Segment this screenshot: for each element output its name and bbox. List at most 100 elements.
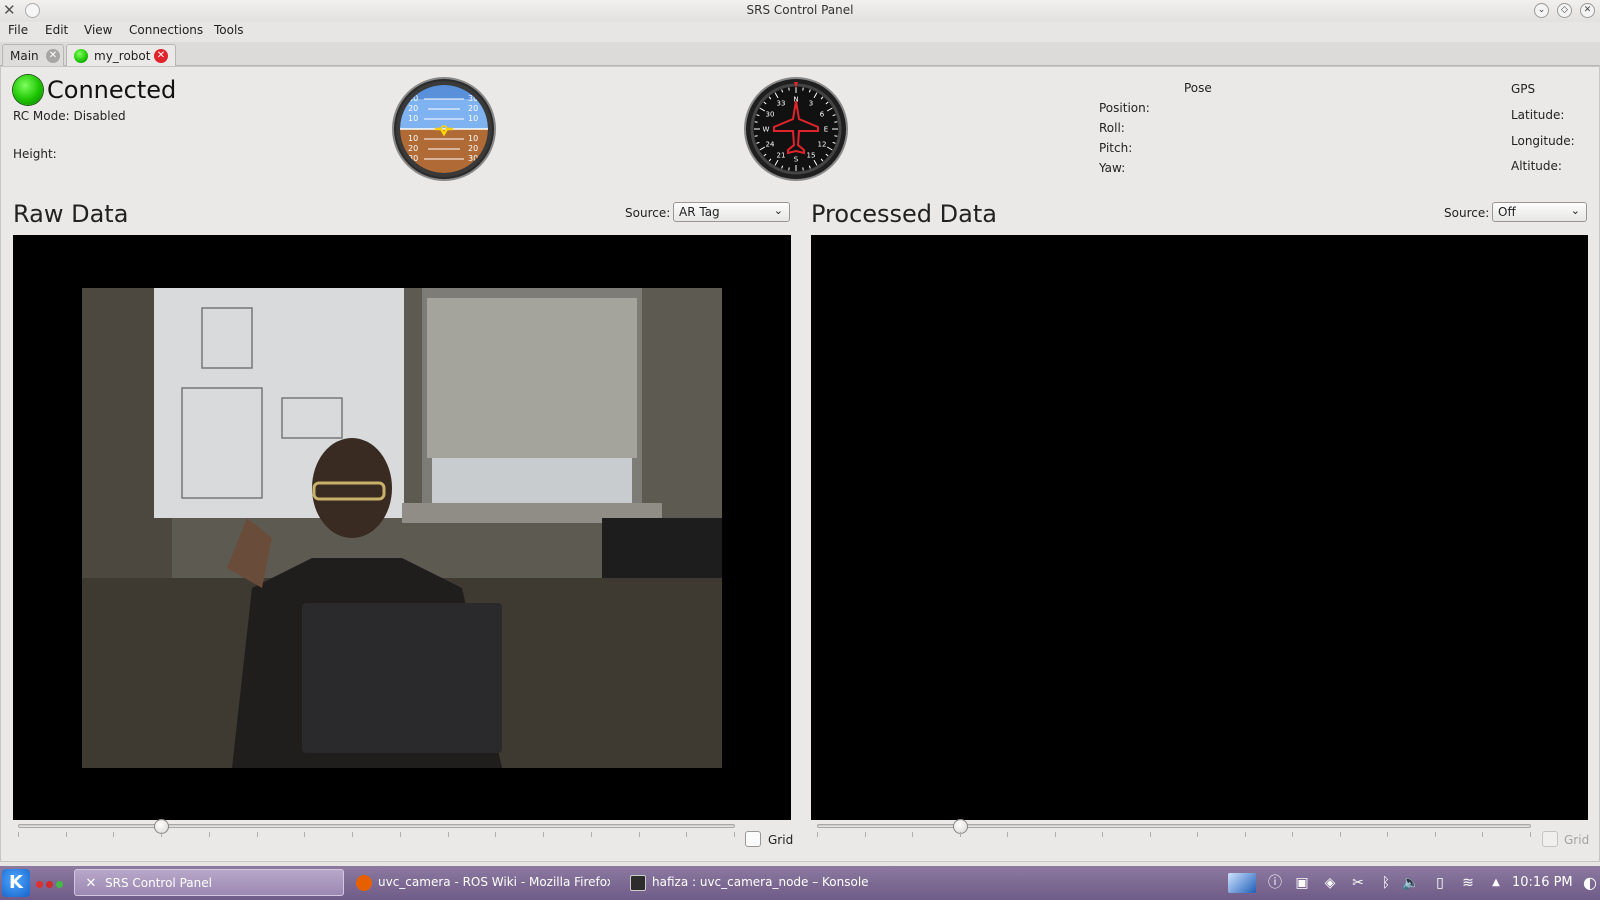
slider-tick xyxy=(448,832,449,837)
slider-tick xyxy=(912,832,913,837)
tab-main-close-icon[interactable]: ✕ xyxy=(46,49,60,63)
processed-slider-track[interactable] xyxy=(817,824,1531,828)
menu-tools[interactable]: Tools xyxy=(214,23,244,37)
heading-indicator: N 3 6 E 12 15 S 21 24 W 30 33 xyxy=(746,79,846,179)
klipper-scissors-icon[interactable]: ✂ xyxy=(1348,873,1368,893)
task-konsole[interactable]: hafiza : uvc_camera_node – Konsole xyxy=(622,869,922,896)
slider-tick xyxy=(543,832,544,837)
attitude-indicator: 30 30 20 20 10 10 10 10 20 20 30 30 xyxy=(394,79,494,179)
menu-bar: File Edit View Connections Tools xyxy=(0,22,1600,42)
heading-mark-text: 6 xyxy=(820,111,825,119)
slider-tick xyxy=(495,832,496,837)
slider-tick xyxy=(817,832,818,837)
slider-tick xyxy=(1245,832,1246,837)
clock[interactable]: 10:16 PM xyxy=(1512,875,1573,890)
konsole-icon xyxy=(630,875,646,891)
slider-tick xyxy=(1340,832,1341,837)
raw-grid-checkbox[interactable] xyxy=(745,831,761,847)
kde-launcher-icon[interactable]: K xyxy=(2,869,30,897)
slider-tick xyxy=(1435,832,1436,837)
raw-slider-track[interactable] xyxy=(18,824,735,828)
tab-main-label: Main xyxy=(10,49,39,63)
network-manager-icon[interactable]: ▣ xyxy=(1292,873,1312,893)
minimize-button[interactable]: ⌄ xyxy=(1534,3,1549,18)
task-label: uvc_camera - ROS Wiki - Mozilla Firefox xyxy=(378,875,610,889)
pitch-mark-text: 20 xyxy=(468,104,478,113)
chevron-down-icon: ⌄ xyxy=(773,204,783,217)
workspace-pager-icon[interactable] xyxy=(1228,873,1256,893)
tab-bar: Main ✕ my_robot ✕ xyxy=(0,42,1600,66)
slider-tick xyxy=(1007,832,1008,837)
raw-source-select[interactable]: AR Tag ⌄ xyxy=(673,202,790,222)
slider-tick xyxy=(400,832,401,837)
robot-status-led-icon xyxy=(74,49,88,63)
tray-expand-icon[interactable]: ▲ xyxy=(1486,873,1506,893)
slider-tick xyxy=(1530,832,1531,837)
pose-pitch-label: Pitch: xyxy=(1099,141,1133,155)
pose-roll-label: Roll: xyxy=(1099,121,1125,135)
activity-green-dot-icon xyxy=(56,881,63,888)
chevron-down-icon: ⌄ xyxy=(1570,204,1580,217)
raw-source-value: AR Tag xyxy=(679,205,720,219)
height-label: Height: xyxy=(13,147,57,161)
heading-mark-text: 30 xyxy=(766,111,775,119)
menu-edit[interactable]: Edit xyxy=(45,23,68,37)
updates-icon[interactable]: ◈ xyxy=(1320,873,1340,893)
slider-tick xyxy=(1292,832,1293,837)
tab-my-robot[interactable]: my_robot ✕ xyxy=(66,44,176,66)
tab-main[interactable]: Main ✕ xyxy=(2,44,64,66)
slider-tick xyxy=(734,832,735,837)
bluetooth-icon[interactable]: ᛒ xyxy=(1376,873,1396,893)
tab-my-robot-label: my_robot xyxy=(94,49,151,63)
slider-tick xyxy=(1150,832,1151,837)
slider-tick xyxy=(1197,832,1198,837)
processed-source-select[interactable]: Off ⌄ xyxy=(1492,202,1587,222)
heading-compass-icon: N36E1215S2124W3033 xyxy=(750,82,842,175)
slider-tick xyxy=(257,832,258,837)
maximize-button[interactable]: ◇ xyxy=(1557,3,1572,18)
tab-my-robot-close-icon[interactable]: ✕ xyxy=(154,49,168,63)
slider-tick xyxy=(1387,832,1388,837)
dashboard-toggle-icon[interactable]: ◐ xyxy=(1580,873,1600,893)
slider-tick xyxy=(209,832,210,837)
volume-icon[interactable]: 🔈 xyxy=(1401,873,1421,893)
processed-source-value: Off xyxy=(1498,205,1516,219)
slider-tick xyxy=(591,832,592,837)
close-window-button[interactable]: ✕ xyxy=(1580,3,1595,18)
pitch-mark-text: 10 xyxy=(468,114,478,123)
menu-connections[interactable]: Connections xyxy=(129,23,203,37)
slider-tick xyxy=(352,832,353,837)
slider-tick xyxy=(960,832,961,837)
task-firefox[interactable]: uvc_camera - ROS Wiki - Mozilla Firefox xyxy=(348,869,610,896)
pitch-mark-text: 10 xyxy=(468,134,478,143)
connection-status: Connected xyxy=(47,76,177,104)
window-title: SRS Control Panel xyxy=(746,3,854,17)
raw-data-slider[interactable] xyxy=(18,816,735,840)
activity-red-dot-icon xyxy=(46,881,53,888)
heading-mark-text: S xyxy=(794,156,799,164)
taskbar: K ✕ SRS Control Panel uvc_camera - ROS W… xyxy=(0,866,1600,900)
menu-file[interactable]: File xyxy=(8,23,28,37)
battery-icon[interactable]: ▯ xyxy=(1430,873,1450,893)
processed-source-label: Source: xyxy=(1444,206,1490,220)
slider-tick xyxy=(1102,832,1103,837)
raw-data-video xyxy=(13,235,791,820)
task-label: hafiza : uvc_camera_node – Konsole xyxy=(652,875,869,889)
processed-grid-label: Grid xyxy=(1564,833,1590,847)
heading-mark-text: 3 xyxy=(809,100,813,108)
info-icon[interactable]: ⓘ xyxy=(1265,873,1285,893)
slider-tick xyxy=(686,832,687,837)
processed-grid-checkbox[interactable] xyxy=(1542,831,1558,847)
raw-grid-label: Grid xyxy=(768,833,794,847)
menu-view[interactable]: View xyxy=(84,23,112,37)
slider-tick xyxy=(66,832,67,837)
heading-mark-text: 12 xyxy=(818,141,827,149)
gps-longitude-label: Longitude: xyxy=(1511,134,1575,148)
processed-data-slider[interactable] xyxy=(817,816,1531,840)
pitch-mark-text: 20 xyxy=(408,104,418,113)
pose-yaw-label: Yaw: xyxy=(1099,161,1126,175)
slider-tick xyxy=(113,832,114,837)
task-srs-control-panel[interactable]: ✕ SRS Control Panel xyxy=(74,869,344,896)
wifi-icon[interactable]: ≋ xyxy=(1458,873,1478,893)
pitch-mark-text: 20 xyxy=(408,144,418,153)
